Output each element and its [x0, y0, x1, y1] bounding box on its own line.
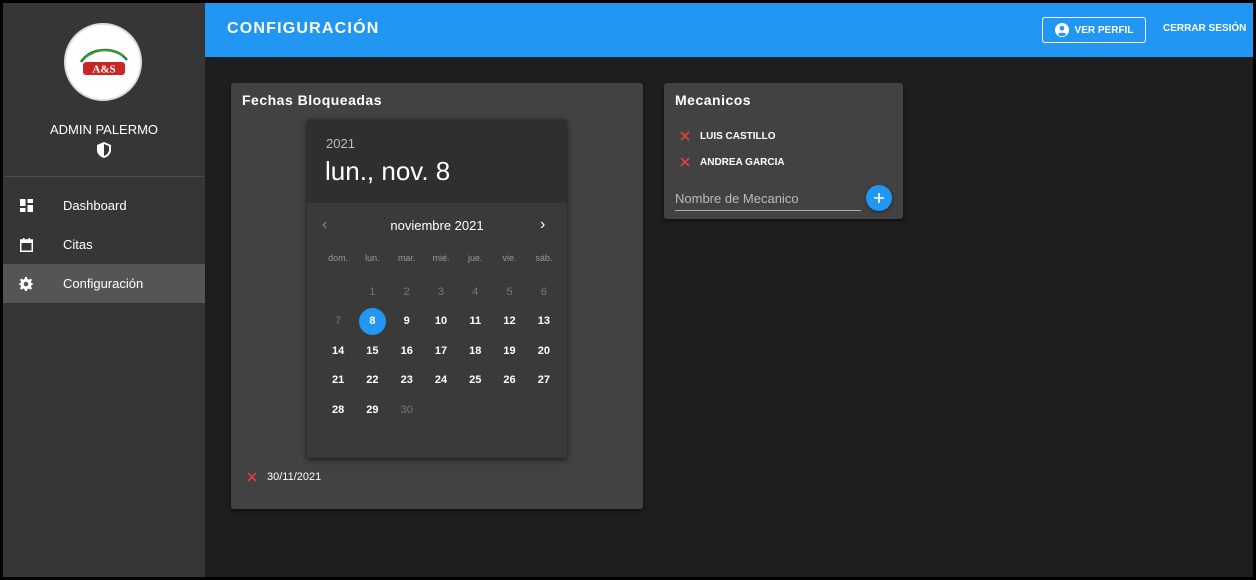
calendar-day[interactable]: 16: [390, 337, 424, 364]
calendar-day[interactable]: 7: [321, 308, 355, 335]
picker-year[interactable]: 2021: [326, 136, 355, 151]
calendar-empty-cell: [492, 396, 526, 423]
weekday-label: dom.: [328, 253, 349, 263]
view-profile-button[interactable]: VER PERFIL: [1042, 17, 1146, 43]
mechanic-name-input[interactable]: [675, 187, 861, 211]
chevron-right-icon[interactable]: ›: [540, 216, 545, 234]
date-picker-body: ‹ noviembre 2021 › dom. lun. mar. mié. jue. v…: [307, 203, 567, 458]
close-icon[interactable]: [247, 472, 257, 482]
day-grid: 1 2 3 4 5 6 7 8 9 10 11 12 13 14 15 16 17 18 19 20 21 22 23 24 2…: [321, 277, 561, 425]
logo-text: A&S: [92, 64, 115, 76]
calendar-day[interactable]: 30: [390, 396, 424, 423]
app-header: CONFIGURACIÓN VER PERFIL CERRAR SESIÓN: [205, 3, 1253, 57]
calendar-day[interactable]: 2: [390, 278, 424, 305]
calendar-day[interactable]: 10: [424, 308, 458, 335]
mechanics-card: Mecanicos LUIS CASTILLO ANDREA GARCIA: [664, 83, 903, 219]
calendar-day[interactable]: 29: [355, 396, 389, 423]
sidebar-item-label: Configuración: [63, 276, 144, 291]
date-picker-header: 2021 lun., nov. 8: [307, 119, 567, 203]
calendar-day[interactable]: 26: [492, 367, 526, 394]
calendar-day[interactable]: 4: [458, 278, 492, 305]
weekday-label: vie.: [502, 253, 517, 263]
gear-icon: [19, 276, 33, 291]
weekday-label: mié.: [432, 253, 450, 263]
sidebar-item-configuracion[interactable]: Configuración: [3, 264, 205, 303]
calendar-empty-cell: [321, 278, 355, 305]
calendar-day[interactable]: 9: [390, 308, 424, 335]
blocked-dates-card: Fechas Bloqueadas 2021 lun., nov. 8 ‹ no…: [231, 83, 643, 509]
calendar-day[interactable]: 19: [492, 337, 526, 364]
sidebar-item-label: Dashboard: [63, 198, 127, 213]
car-logo-icon: A&S: [79, 48, 128, 76]
user-name: ADMIN PALERMO: [49, 122, 159, 137]
list-item: ANDREA GARCIA: [680, 149, 785, 175]
calendar-day[interactable]: 3: [424, 278, 458, 305]
calendar-empty-cell: [458, 396, 492, 423]
calendar-week: 21 22 23 24 25 26 27: [321, 366, 561, 396]
logo: A&S: [64, 23, 142, 101]
list-item: LUIS CASTILLO: [680, 123, 785, 149]
mechanics-title: Mecanicos: [675, 92, 752, 108]
mechanic-name: LUIS CASTILLO: [700, 130, 776, 142]
blocked-date-text: 30/11/2021: [267, 471, 322, 483]
weekday-label: sáb.: [535, 253, 553, 263]
calendar-day[interactable]: 12: [492, 308, 526, 335]
page-title: CONFIGURACIÓN: [227, 20, 380, 37]
calendar-week: 7 8 9 10 11 12 13: [321, 307, 561, 337]
sidebar: A&S ADMIN PALERMO Dashboard Citas Config…: [3, 3, 205, 577]
month-nav: ‹ noviembre 2021 ›: [307, 214, 567, 238]
calendar-day[interactable]: 21: [321, 367, 355, 394]
calendar-icon: [19, 237, 33, 252]
mechanic-name: ANDREA GARCIA: [700, 156, 785, 168]
dashboard-icon: [19, 199, 33, 213]
calendar-day[interactable]: 25: [458, 367, 492, 394]
weekday-label: jue.: [468, 253, 483, 263]
mechanics-list: LUIS CASTILLO ANDREA GARCIA: [680, 123, 785, 175]
blocked-dates-title: Fechas Bloqueadas: [242, 92, 382, 108]
sidebar-nav: Dashboard Citas Configuración: [3, 186, 205, 303]
calendar-day[interactable]: 20: [527, 337, 561, 364]
calendar-day[interactable]: 28: [321, 396, 355, 423]
plus-icon: [874, 193, 884, 203]
logout-button[interactable]: CERRAR SESIÓN: [1163, 23, 1246, 34]
calendar-day[interactable]: 1: [355, 278, 389, 305]
blocked-date-item: 30/11/2021: [247, 471, 321, 483]
calendar-day[interactable]: 17: [424, 337, 458, 364]
picker-selected-date: lun., nov. 8: [325, 156, 451, 186]
date-picker: 2021 lun., nov. 8 ‹ noviembre 2021 › dom…: [307, 119, 567, 458]
calendar-day[interactable]: 11: [458, 308, 492, 335]
calendar-empty-cell: [424, 396, 458, 423]
account-circle-icon: [1054, 23, 1069, 37]
close-icon[interactable]: [680, 157, 690, 167]
calendar-week: 123456: [321, 277, 561, 307]
sidebar-item-citas[interactable]: Citas: [3, 225, 205, 264]
calendar-week: 28 29 30: [321, 395, 561, 425]
month-label: noviembre 2021: [390, 218, 484, 233]
calendar-day[interactable]: 8: [355, 307, 389, 335]
calendar-day[interactable]: 5: [492, 278, 526, 305]
sidebar-divider: [3, 176, 205, 177]
calendar-day[interactable]: 24: [424, 367, 458, 394]
weekday-label: lun.: [365, 253, 380, 263]
calendar-week: 14 15 16 17 18 19 20: [321, 336, 561, 366]
calendar-day[interactable]: 27: [527, 367, 561, 394]
calendar-day[interactable]: 6: [527, 278, 561, 305]
calendar-empty-cell: [527, 396, 561, 423]
sidebar-item-dashboard[interactable]: Dashboard: [3, 186, 205, 225]
calendar-day[interactable]: 14: [321, 337, 355, 364]
sidebar-item-label: Citas: [63, 237, 93, 252]
view-profile-label: VER PERFIL: [1074, 24, 1134, 36]
shield-icon: [97, 142, 111, 158]
calendar-day[interactable]: 18: [458, 337, 492, 364]
calendar-day[interactable]: 23: [390, 367, 424, 394]
calendar-day[interactable]: 15: [355, 337, 389, 364]
weekday-header: dom. lun. mar. mié. jue. vie. sáb.: [321, 253, 561, 263]
close-icon[interactable]: [680, 131, 690, 141]
calendar-day[interactable]: 22: [355, 367, 389, 394]
weekday-label: mar.: [397, 253, 416, 263]
add-mechanic-button[interactable]: [866, 185, 892, 211]
calendar-day[interactable]: 13: [527, 308, 561, 335]
